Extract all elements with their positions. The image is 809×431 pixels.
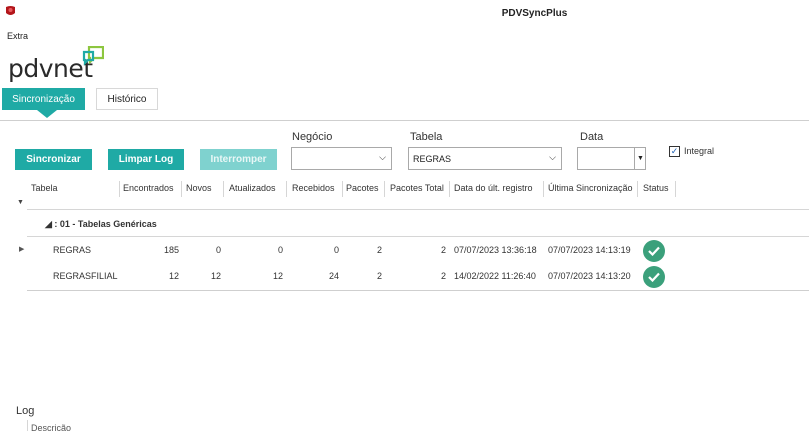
negocio-select[interactable]: ⌵	[291, 147, 392, 170]
cell-tabela: REGRASFILIAL	[53, 271, 118, 281]
cell-ultima-sincronizacao: 07/07/2023 14:13:20	[548, 271, 631, 281]
tab-historico[interactable]: Histórico	[96, 88, 158, 110]
sincronizar-button[interactable]: Sincronizar	[15, 149, 92, 170]
column-divider	[637, 181, 638, 197]
logo-text: pdvnet	[8, 54, 93, 83]
table-row[interactable]: REGRAS 185 0 0 0 2 2 07/07/2023 13:36:18…	[27, 240, 809, 271]
cell-pacotes-total: 2	[440, 271, 446, 281]
col-tabela[interactable]: Tabela	[31, 183, 58, 193]
tabela-value: REGRAS	[413, 153, 452, 164]
cell-recebidos: 24	[328, 271, 339, 281]
column-divider	[543, 181, 544, 197]
tabela-select[interactable]: REGRAS ⌵	[408, 147, 562, 170]
col-encontrados[interactable]: Encontrados	[123, 183, 174, 193]
cell-atualizados: 0	[277, 245, 283, 255]
status-ok-icon	[643, 240, 665, 262]
column-divider	[286, 181, 287, 197]
filter-icon[interactable]: ▼	[17, 199, 24, 206]
chat-bubble-icon	[82, 46, 104, 66]
log-col-descricao[interactable]: Descrição	[31, 423, 71, 431]
column-divider	[181, 181, 182, 197]
title-bar: PDVSyncPlus	[0, 0, 809, 26]
column-divider	[449, 181, 450, 197]
cell-recebidos: 0	[333, 245, 339, 255]
col-recebidos[interactable]: Recebidos	[292, 183, 335, 193]
table-row[interactable]: REGRASFILIAL 12 12 12 24 2 2 14/02/2022 …	[27, 266, 809, 297]
tab-sincronizacao[interactable]: Sincronização	[2, 88, 85, 110]
column-divider	[342, 181, 343, 197]
data-label: Data	[580, 131, 604, 143]
log-column-divider	[27, 420, 28, 431]
chevron-down-icon: ⌵	[379, 152, 386, 162]
col-pacotes[interactable]: Pacotes	[346, 183, 379, 193]
col-data-ult-registro[interactable]: Data do últ. registro	[454, 183, 533, 193]
cell-encontrados: 12	[168, 271, 179, 281]
col-status[interactable]: Status	[643, 183, 669, 193]
col-novos[interactable]: Novos	[186, 183, 212, 193]
cell-pacotes-total: 2	[440, 245, 446, 255]
menu-extra[interactable]: Extra	[7, 31, 28, 41]
grid-bottom-border	[27, 290, 809, 291]
integral-label: Integral	[684, 146, 715, 156]
filter-row-divider	[27, 209, 809, 210]
col-ultima-sincronizacao[interactable]: Última Sincronização	[548, 183, 633, 193]
column-divider	[384, 181, 385, 197]
cell-encontrados: 185	[163, 245, 179, 255]
pdvnet-logo: pdvnet	[8, 44, 118, 86]
column-divider	[223, 181, 224, 197]
group-divider	[27, 236, 809, 237]
window-title: PDVSyncPlus	[501, 8, 568, 19]
column-divider	[119, 181, 120, 197]
group-header-row[interactable]: ◢ : 01 - Tabelas Genéricas	[45, 219, 157, 230]
grid-header: Tabela Encontrados Novos Atualizados Rec…	[27, 181, 809, 197]
panel-divider	[0, 120, 809, 121]
col-atualizados[interactable]: Atualizados	[229, 183, 276, 193]
date-dropdown-icon[interactable]: ▼	[634, 147, 646, 170]
status-ok-icon	[643, 266, 665, 288]
cell-novos: 0	[215, 245, 221, 255]
chevron-down-icon: ⌵	[549, 152, 556, 162]
cell-novos: 12	[210, 271, 221, 281]
tabela-label: Tabela	[410, 131, 443, 143]
cell-pacotes: 2	[376, 245, 382, 255]
tab-active-pointer	[37, 110, 57, 118]
column-divider	[675, 181, 676, 197]
interromper-button: Interromper	[200, 149, 277, 170]
row-indicator-icon: ▶	[19, 246, 25, 253]
cell-tabela: REGRAS	[53, 245, 92, 255]
negocio-label: Negócio	[292, 131, 333, 143]
log-title: Log	[16, 405, 35, 417]
cell-ultima-sincronizacao: 07/07/2023 14:13:19	[548, 245, 631, 255]
col-pacotes-total[interactable]: Pacotes Total	[390, 183, 444, 193]
limpar-log-button[interactable]: Limpar Log	[108, 149, 184, 170]
integral-checkbox[interactable]: ✓	[669, 146, 680, 157]
cell-atualizados: 12	[272, 271, 283, 281]
cell-pacotes: 2	[376, 271, 382, 281]
cell-data-ult-registro: 07/07/2023 13:36:18	[454, 245, 537, 255]
cell-data-ult-registro: 14/02/2022 11:26:40	[454, 271, 536, 281]
